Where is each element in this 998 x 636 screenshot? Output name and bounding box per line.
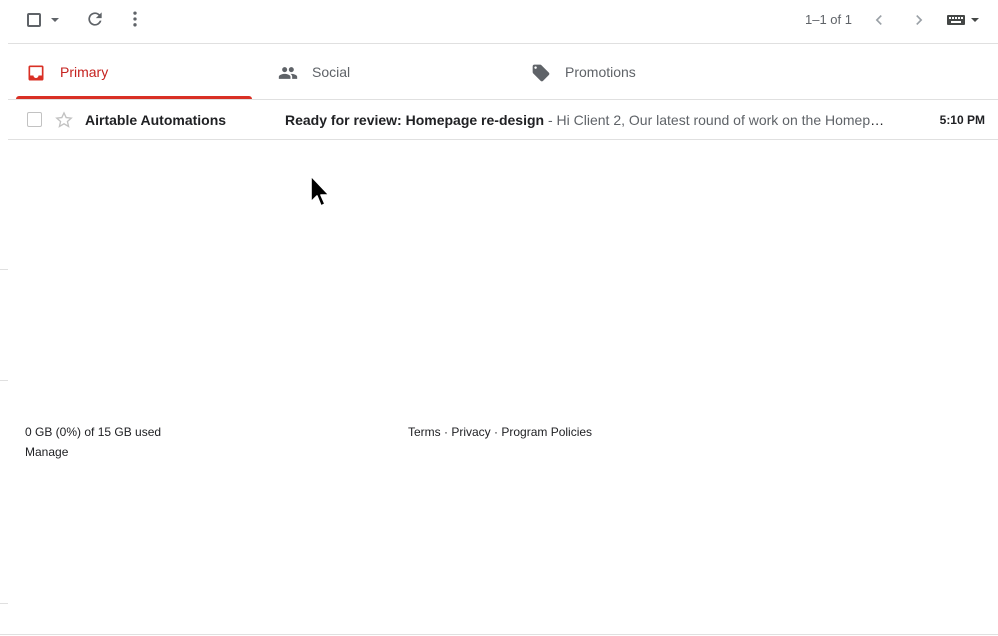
newer-button[interactable] <box>868 9 890 31</box>
pagination-count: 1–1 of 1 <box>805 12 852 27</box>
row-divider <box>8 139 998 140</box>
tab-promotions[interactable]: Promotions <box>521 44 773 99</box>
tab-social-label: Social <box>312 64 351 80</box>
storage-usage: 0 GB (0%) of 15 GB used <box>25 425 162 439</box>
chevron-left-icon <box>875 15 882 25</box>
toolbar: 1–1 of 1 <box>0 0 998 40</box>
email-row[interactable]: Airtable Automations Ready for review: H… <box>8 100 998 139</box>
keyboard-icon <box>947 15 979 25</box>
email-snippet: Hi Client 2, Our latest round of work on… <box>556 112 891 128</box>
tab-primary-label: Primary <box>60 64 109 80</box>
mouse-cursor-icon <box>310 175 330 207</box>
edge-divider <box>0 603 8 604</box>
email-preview: Ready for review: Homepage re-design - H… <box>285 112 891 128</box>
edge-divider <box>0 269 8 270</box>
caret-down-icon <box>51 18 59 22</box>
tag-icon <box>532 64 550 82</box>
email-subject: Ready for review: Homepage re-design <box>285 112 545 128</box>
more-options-button[interactable] <box>124 8 146 30</box>
tab-social[interactable]: Social <box>268 44 520 99</box>
email-select-checkbox[interactable] <box>27 112 42 127</box>
bottom-divider <box>0 634 998 635</box>
refresh-button[interactable] <box>84 8 106 30</box>
input-tools-button[interactable] <box>944 11 984 29</box>
program-policies-link[interactable]: Program Policies <box>501 425 592 439</box>
edge-divider <box>0 380 8 381</box>
tab-promotions-label: Promotions <box>565 64 636 80</box>
refresh-icon <box>88 12 102 26</box>
terms-link[interactable]: Terms <box>408 425 441 439</box>
select-all-checkbox[interactable] <box>24 10 64 30</box>
more-vert-icon <box>133 11 137 27</box>
older-button[interactable] <box>908 9 930 31</box>
email-separator: - <box>544 112 557 128</box>
manage-storage-link[interactable]: Manage <box>25 445 68 459</box>
privacy-link[interactable]: Privacy <box>451 425 490 439</box>
people-icon <box>278 67 298 79</box>
inbox-icon <box>28 65 44 81</box>
email-sender: Airtable Automations <box>85 112 227 128</box>
footer-links: Terms · Privacy · Program Policies <box>408 425 592 439</box>
star-icon[interactable] <box>54 110 74 130</box>
footer-dot: · <box>440 425 452 439</box>
footer-dot: · <box>490 425 502 439</box>
email-time: 5:10 PM <box>939 113 985 127</box>
chevron-right-icon <box>916 15 923 25</box>
checkbox-outline-icon <box>27 13 41 27</box>
tab-primary[interactable]: Primary <box>16 44 268 99</box>
